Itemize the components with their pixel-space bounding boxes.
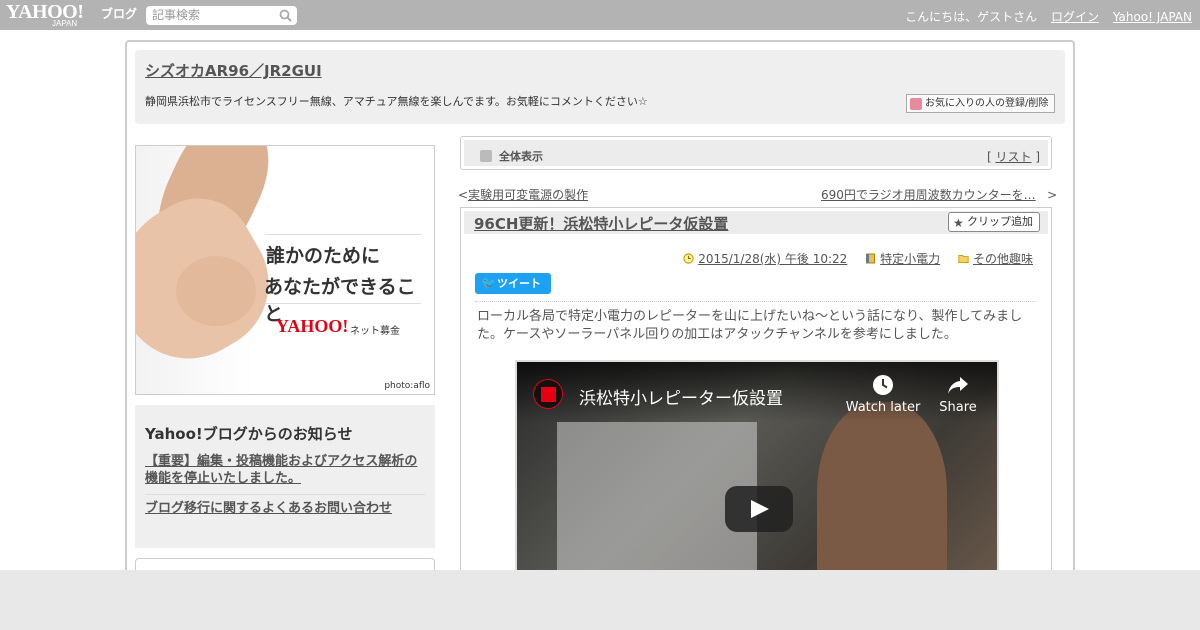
clock-icon <box>683 253 694 264</box>
blog-description: 静岡県浜松市でライセンスフリー無線、アマチュア無線を楽しんでます。お気軽にコメン… <box>145 95 648 108</box>
favorite-register-button[interactable]: お気に入りの人の登録/削除 <box>906 94 1055 113</box>
list-bracket-open: [ <box>986 150 992 164</box>
channel-avatar[interactable] <box>533 379 563 409</box>
page-body: シズオカAR96／JR2GUI 静岡県浜松市でライセンスフリー無線、アマチュア無… <box>0 30 1200 598</box>
view-all-bar-inner: 全体表示 [ リスト ] <box>464 140 1048 166</box>
greeting-text: こんにちは、ゲストさん <box>905 10 1038 24</box>
clip-button-label: クリップ追加 <box>967 215 1033 228</box>
next-article-nav: 690円でラジオ用周波数カウンターを… > <box>821 186 1057 203</box>
blog-frame: シズオカAR96／JR2GUI 静岡県浜松市でライセンスフリー無線、アマチュア無… <box>125 40 1075 598</box>
login-link[interactable]: ログイン <box>1051 10 1099 24</box>
share-label: Share <box>939 400 977 415</box>
article-body: ローカル各局で特定小電力のレピーターを山に上げたいね～という話になり、製作してみ… <box>477 309 1023 342</box>
dotted-divider <box>475 301 1035 302</box>
watch-later-button[interactable]: Watch later <box>843 374 923 415</box>
view-all-bar: 全体表示 [ リスト ] <box>460 136 1052 170</box>
book-icon <box>866 253 876 264</box>
play-button[interactable] <box>725 486 793 532</box>
search-icon[interactable] <box>279 9 292 22</box>
top-bar: YAHOO! JAPAN ブログ 記事検索 こんにちは、ゲストさん ログイン Y… <box>0 0 1200 30</box>
favorite-button-label: お気に入りの人の登録/削除 <box>925 98 1049 109</box>
search-input[interactable]: 記事検索 <box>146 6 297 25</box>
yahoo-logo-sub: JAPAN <box>52 19 78 28</box>
next-mark: > <box>1047 188 1058 202</box>
clock-icon <box>873 375 893 395</box>
ad-photo-credit: photo:aflo <box>384 381 430 391</box>
view-all-label[interactable]: 全体表示 <box>499 148 543 164</box>
tweet-label: ツイート <box>497 277 541 290</box>
video-thumbnail-person <box>817 402 947 588</box>
article-date-link[interactable]: 2015/1/28(水) 午後 10:22 <box>698 252 847 266</box>
video-title[interactable]: 浜松特小レピーター仮設置 <box>579 384 783 409</box>
search-placeholder: 記事検索 <box>152 8 201 22</box>
heart-icon <box>910 98 922 110</box>
tweet-button[interactable]: 🐦 ツイート <box>475 273 551 294</box>
play-icon <box>751 500 769 518</box>
bottom-band <box>0 570 1200 630</box>
article-meta: 2015/1/28(水) 午後 10:22 特定小電力 その他趣味 <box>669 250 1033 267</box>
prev-article-link[interactable]: 実験用可変電源の製作 <box>468 188 588 202</box>
notice-divider <box>145 494 425 495</box>
hand-image-grip <box>176 256 256 326</box>
ad-divider <box>266 234 421 235</box>
ad-logo-sub: ネット募金 <box>350 326 400 337</box>
notice-link-faq[interactable]: ブログ移行に関するよくあるお問い合わせ <box>145 500 427 517</box>
article-title[interactable]: 96CH更新！浜松特小レピータ仮設置 <box>474 213 728 234</box>
list-view-link[interactable]: リスト <box>995 150 1031 164</box>
arrow-icon <box>480 150 492 162</box>
prev-mark: < <box>458 188 469 202</box>
share-arrow-icon <box>948 377 968 394</box>
notice-box: Yahoo!ブログからのお知らせ 【重要】編集・投稿機能およびアクセス解析の機能… <box>135 405 435 548</box>
blog-logo-label[interactable]: ブログ <box>101 5 137 22</box>
ad-banner[interactable]: 誰かのために あなたができること YAHOO! ネット募金 photo:aflo <box>135 145 435 395</box>
ad-divider <box>266 303 421 304</box>
embedded-video[interactable]: 浜松特小レピーター仮設置 Watch later Share <box>515 360 999 590</box>
folder-icon <box>958 255 969 263</box>
clip-add-button[interactable]: ★ クリップ追加 <box>948 212 1040 232</box>
yahoo-japan-link[interactable]: Yahoo! JAPAN <box>1113 10 1192 24</box>
blog-title[interactable]: シズオカAR96／JR2GUI <box>145 60 322 81</box>
share-button[interactable]: Share <box>933 374 983 415</box>
prev-article-nav: <実験用可変電源の製作 <box>458 186 588 203</box>
ad-yahoo-logo: YAHOO! <box>276 316 349 336</box>
next-article-link[interactable]: 690円でラジオ用周波数カウンターを… <box>821 188 1036 202</box>
notice-link-important[interactable]: 【重要】編集・投稿機能およびアクセス解析の機能を停止いたしました。 <box>145 453 427 487</box>
category-link-tokutei[interactable]: 特定小電力 <box>880 252 940 266</box>
notice-title: Yahoo!ブログからのお知らせ <box>145 425 353 443</box>
article: 96CH更新！浜松特小レピータ仮設置 ★ クリップ追加 2015/1/28(水)… <box>460 207 1052 590</box>
ad-headline-1: 誰かのために <box>266 245 381 267</box>
twitter-bird-icon: 🐦 <box>481 276 496 290</box>
category-link-other[interactable]: その他趣味 <box>973 252 1033 266</box>
channel-avatar-mark <box>541 387 556 402</box>
watch-later-label: Watch later <box>845 400 921 415</box>
blog-header: シズオカAR96／JR2GUI 静岡県浜松市でライセンスフリー無線、アマチュア無… <box>135 50 1065 124</box>
article-header: 96CH更新！浜松特小レピータ仮設置 ★ クリップ追加 <box>464 211 1048 234</box>
list-bracket-close: ] <box>1035 150 1040 164</box>
user-links: こんにちは、ゲストさん ログイン Yahoo! JAPAN <box>905 8 1192 25</box>
list-view-control: [ リスト ] <box>987 148 1040 165</box>
star-icon: ★ <box>953 216 964 230</box>
